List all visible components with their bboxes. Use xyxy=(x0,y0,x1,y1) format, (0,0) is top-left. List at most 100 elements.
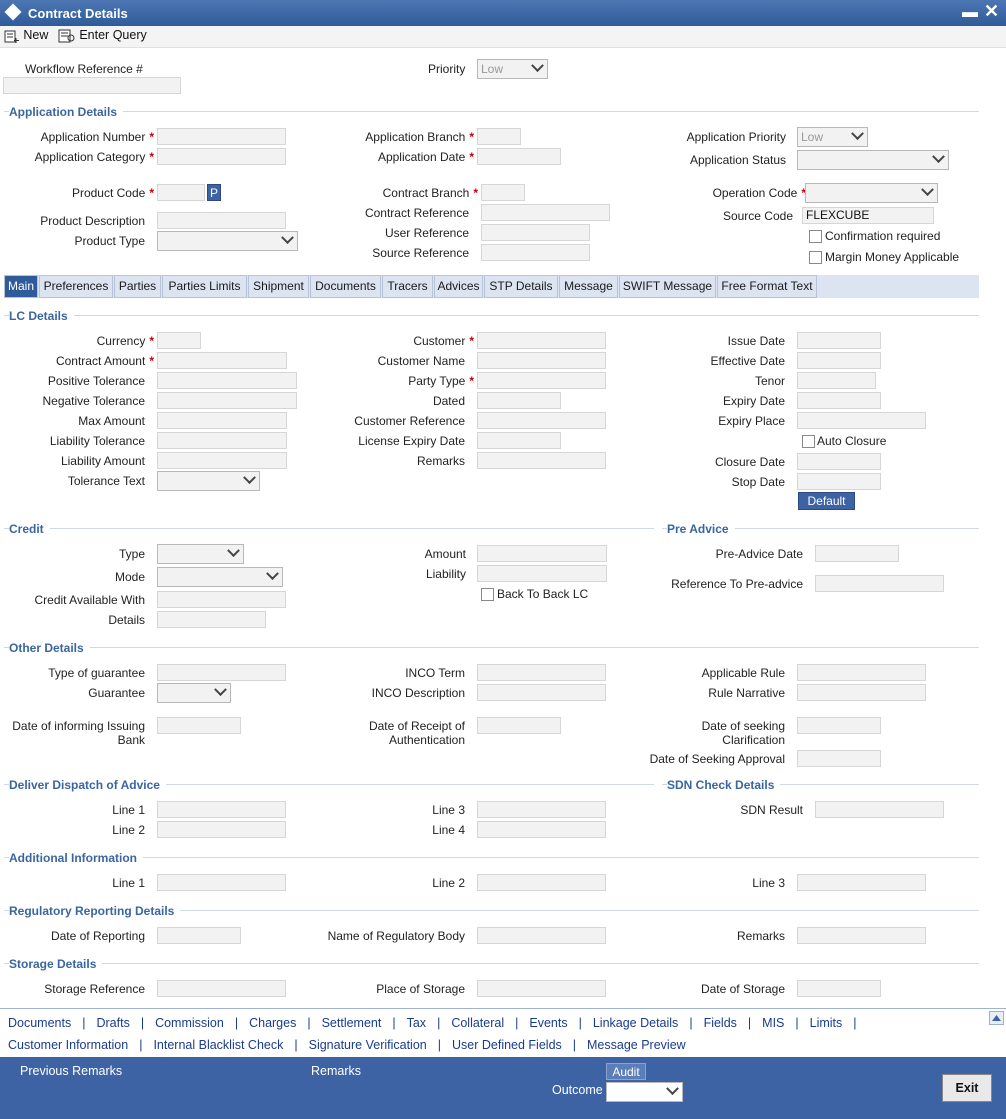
date-seeking-approval-input[interactable] xyxy=(797,750,881,767)
applicable-rule-input[interactable] xyxy=(797,664,926,681)
audit-button[interactable]: Audit xyxy=(606,1063,646,1080)
date-of-storage-input[interactable] xyxy=(797,980,881,997)
credit-type-select[interactable] xyxy=(157,544,244,564)
operation-code-select[interactable] xyxy=(805,183,938,203)
source-reference-input[interactable] xyxy=(481,244,590,261)
link-events[interactable]: Events xyxy=(529,1016,567,1030)
customer-reference-input[interactable] xyxy=(477,412,606,429)
contract-branch-input[interactable] xyxy=(481,184,525,201)
application-date-input[interactable] xyxy=(477,148,561,165)
tab-shipment[interactable]: Shipment xyxy=(248,275,309,298)
date-informing-bank-input[interactable] xyxy=(157,717,241,734)
link-documents[interactable]: Documents xyxy=(8,1016,71,1030)
storage-reference-input[interactable] xyxy=(157,980,286,997)
credit-available-with-input[interactable] xyxy=(157,591,286,608)
rule-narrative-input[interactable] xyxy=(797,684,926,701)
tab-preferences[interactable]: Preferences xyxy=(39,275,113,298)
new-button[interactable]: New xyxy=(4,28,48,43)
liability-amount-input[interactable] xyxy=(157,452,287,469)
link-commission[interactable]: Commission xyxy=(155,1016,224,1030)
tab-message[interactable]: Message xyxy=(559,275,618,298)
application-category-input[interactable] xyxy=(157,148,286,165)
source-code-input[interactable]: FLEXCUBE xyxy=(802,207,934,224)
credit-liability-input[interactable] xyxy=(477,565,607,582)
tab-stp-details[interactable]: STP Details xyxy=(484,275,558,298)
default-button[interactable]: Default xyxy=(798,492,855,510)
exit-button[interactable]: Exit xyxy=(942,1074,992,1102)
minimize-icon[interactable]: ▬ xyxy=(962,4,978,22)
tab-parties-limits[interactable]: Parties Limits xyxy=(162,275,247,298)
link-user-defined-fields[interactable]: User Defined Fields xyxy=(452,1038,562,1052)
contract-amount-input[interactable] xyxy=(157,352,287,369)
tab-free-format-text[interactable]: Free Format Text xyxy=(717,275,817,298)
link-message-preview[interactable]: Message Preview xyxy=(587,1038,686,1052)
tolerance-text-select[interactable] xyxy=(157,471,260,491)
tenor-input[interactable] xyxy=(797,372,876,389)
user-reference-input[interactable] xyxy=(481,224,590,241)
additional-line3-input[interactable] xyxy=(797,874,926,891)
guarantee-select[interactable] xyxy=(157,683,231,703)
product-description-input[interactable] xyxy=(157,212,286,229)
liability-tolerance-input[interactable] xyxy=(157,432,287,449)
positive-tolerance-input[interactable] xyxy=(157,372,297,389)
type-of-guarantee-input[interactable] xyxy=(157,664,286,681)
link-tax[interactable]: Tax xyxy=(407,1016,426,1030)
application-number-input[interactable] xyxy=(157,128,286,145)
link-collateral[interactable]: Collateral xyxy=(451,1016,504,1030)
credit-details-input[interactable] xyxy=(157,611,266,628)
dispatch-line4-input[interactable] xyxy=(477,821,606,838)
party-type-input[interactable] xyxy=(477,372,606,389)
auto-closure-checkbox[interactable] xyxy=(802,435,815,448)
product-type-select[interactable] xyxy=(157,231,298,251)
application-branch-input[interactable] xyxy=(477,128,521,145)
link-customer-information[interactable]: Customer Information xyxy=(8,1038,128,1052)
place-of-storage-input[interactable] xyxy=(477,980,606,997)
outcome-select[interactable] xyxy=(606,1082,683,1102)
inco-term-input[interactable] xyxy=(477,664,606,681)
link-internal-blacklist-check[interactable]: Internal Blacklist Check xyxy=(153,1038,283,1052)
expiry-place-input[interactable] xyxy=(797,412,926,429)
credit-amount-input[interactable] xyxy=(477,545,607,562)
dispatch-line2-input[interactable] xyxy=(157,821,286,838)
scroll-up-button[interactable] xyxy=(989,1011,1004,1025)
application-priority-select[interactable]: Low xyxy=(797,127,868,147)
regulatory-remarks-input[interactable] xyxy=(797,927,926,944)
tab-tracers[interactable]: Tracers xyxy=(382,275,433,298)
reference-pre-advice-input[interactable] xyxy=(815,575,944,592)
lc-remarks-input[interactable] xyxy=(477,452,606,469)
additional-line2-input[interactable] xyxy=(477,874,606,891)
tab-main[interactable]: Main xyxy=(4,275,38,298)
stop-date-input[interactable] xyxy=(797,473,881,490)
back-to-back-lc-checkbox[interactable] xyxy=(481,588,494,601)
application-status-select[interactable] xyxy=(797,150,949,170)
issue-date-input[interactable] xyxy=(797,332,881,349)
credit-mode-select[interactable] xyxy=(157,567,283,587)
date-seeking-clarification-input[interactable] xyxy=(797,717,881,734)
tab-parties[interactable]: Parties xyxy=(114,275,161,298)
closure-date-input[interactable] xyxy=(797,453,881,470)
tab-advices[interactable]: Advices xyxy=(434,275,483,298)
negative-tolerance-input[interactable] xyxy=(157,392,297,409)
pre-advice-date-input[interactable] xyxy=(815,545,899,562)
customer-input[interactable] xyxy=(477,332,606,349)
inco-description-input[interactable] xyxy=(477,684,606,701)
regulatory-body-input[interactable] xyxy=(477,927,606,944)
effective-date-input[interactable] xyxy=(797,352,881,369)
tab-swift-message[interactable]: SWIFT Message xyxy=(619,275,716,298)
product-code-lov-button[interactable]: P xyxy=(207,184,221,201)
product-code-input[interactable] xyxy=(157,184,205,201)
tab-documents[interactable]: Documents xyxy=(310,275,381,298)
confirmation-required-checkbox[interactable] xyxy=(809,230,822,243)
link-mis[interactable]: MIS xyxy=(762,1016,784,1030)
date-of-reporting-input[interactable] xyxy=(157,927,241,944)
dispatch-line3-input[interactable] xyxy=(477,801,606,818)
date-receipt-auth-input[interactable] xyxy=(477,717,561,734)
link-linkage-details[interactable]: Linkage Details xyxy=(593,1016,678,1030)
customer-name-input[interactable] xyxy=(477,352,606,369)
link-settlement[interactable]: Settlement xyxy=(322,1016,382,1030)
contract-reference-input[interactable] xyxy=(481,204,610,221)
additional-line1-input[interactable] xyxy=(157,874,286,891)
priority-select[interactable]: Low xyxy=(477,59,548,79)
close-icon[interactable]: ✕ xyxy=(984,1,999,22)
link-charges[interactable]: Charges xyxy=(249,1016,296,1030)
